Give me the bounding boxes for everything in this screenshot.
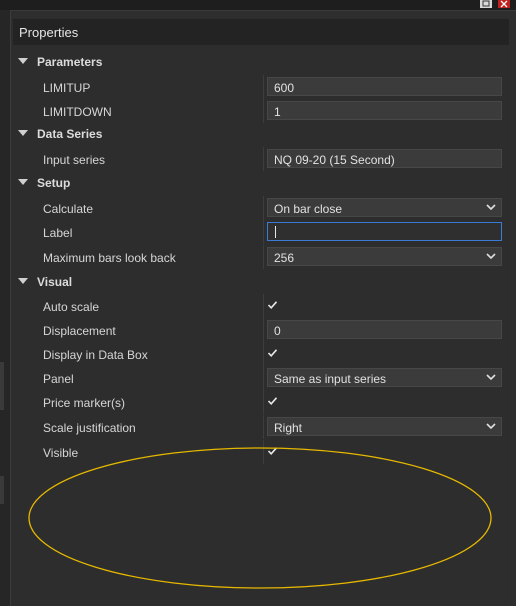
column-divider (263, 366, 264, 390)
property-row-scale-justification: Scale justification Right (11, 415, 510, 439)
category-label: Visual (37, 275, 73, 289)
label-input[interactable] (267, 222, 502, 241)
property-label: Calculate (43, 202, 94, 216)
property-row-price-marker: Price marker(s) (11, 390, 510, 414)
max-bars-dropdown[interactable]: 256 (267, 247, 502, 266)
column-divider (263, 390, 264, 414)
price-marker-checkbox[interactable] (267, 396, 278, 406)
panel-title: Properties (19, 25, 79, 40)
property-label: Panel (43, 372, 74, 386)
property-label: Displacement (43, 324, 116, 338)
category-parameters[interactable]: Parameters (11, 50, 510, 74)
input-value: 0 (274, 324, 281, 338)
column-divider (263, 245, 264, 269)
panel-dropdown[interactable]: Same as input series (267, 368, 502, 387)
property-row-calculate: Calculate On bar close (11, 196, 510, 220)
column-divider (263, 342, 264, 366)
dropdown-value: On bar close (274, 202, 343, 216)
property-label: LIMITDOWN (43, 105, 112, 119)
property-row-display-data-box: Display in Data Box (11, 342, 510, 366)
calculate-dropdown[interactable]: On bar close (267, 198, 502, 217)
property-row-displacement: Displacement 0 (11, 318, 510, 342)
property-row-visible: Visible (11, 440, 510, 464)
column-divider (263, 415, 264, 439)
chevron-down-icon[interactable] (486, 422, 496, 430)
dropdown-value: 256 (274, 251, 295, 265)
property-label: Auto scale (43, 300, 100, 314)
restore-icon[interactable] (480, 0, 492, 8)
display-data-box-checkbox[interactable] (267, 348, 278, 358)
property-label: Display in Data Box (43, 348, 148, 362)
property-row-label: Label (11, 220, 510, 244)
column-divider (263, 318, 264, 342)
category-label: Setup (37, 176, 71, 190)
column-divider (263, 99, 264, 123)
category-label: Parameters (37, 55, 103, 69)
properties-panel: Properties Parameters LIMITUP 600 LIMITD… (11, 18, 510, 606)
property-label: LIMITUP (43, 81, 91, 95)
scale-justification-dropdown[interactable]: Right (267, 417, 502, 436)
left-dock-strip (0, 10, 11, 606)
property-row-limitup: LIMITUP 600 (11, 75, 510, 99)
auto-scale-checkbox[interactable] (267, 300, 278, 310)
input-value: 600 (274, 81, 295, 95)
column-divider (263, 294, 264, 318)
input-series-field[interactable]: NQ 09-20 (15 Second) (267, 149, 502, 168)
dropdown-value: Same as input series (274, 372, 387, 386)
category-data-series[interactable]: Data Series (11, 122, 510, 146)
category-visual[interactable]: Visual (11, 270, 510, 294)
input-value: 1 (274, 105, 281, 119)
category-setup[interactable]: Setup (11, 171, 510, 195)
property-label: Price marker(s) (43, 396, 126, 410)
collapse-arrow-icon[interactable] (18, 179, 28, 185)
limitdown-input[interactable]: 1 (267, 101, 502, 120)
column-divider (263, 75, 264, 99)
chevron-down-icon[interactable] (486, 203, 496, 211)
property-row-panel: Panel Same as input series (11, 366, 510, 390)
property-row-max-bars: Maximum bars look back 256 (11, 245, 510, 269)
column-divider (263, 147, 264, 171)
category-label: Data Series (37, 127, 103, 141)
collapse-arrow-icon[interactable] (18, 130, 28, 136)
column-divider (263, 220, 264, 244)
visible-checkbox[interactable] (267, 446, 278, 456)
displacement-input[interactable]: 0 (267, 320, 502, 339)
collapse-arrow-icon[interactable] (18, 58, 28, 64)
column-divider (263, 196, 264, 220)
property-label: Maximum bars look back (43, 251, 176, 265)
property-row-auto-scale: Auto scale (11, 294, 510, 318)
property-row-input-series: Input series NQ 09-20 (15 Second) (11, 147, 510, 171)
window-title-bar (0, 0, 516, 11)
text-caret (275, 226, 276, 238)
property-row-limitdown: LIMITDOWN 1 (11, 99, 510, 123)
property-label: Input series (43, 153, 106, 167)
collapse-arrow-icon[interactable] (18, 278, 28, 284)
property-label: Label (43, 226, 73, 240)
property-label: Scale justification (43, 421, 136, 435)
dock-segment (0, 476, 4, 504)
close-icon[interactable] (498, 0, 510, 8)
chevron-down-icon[interactable] (486, 252, 496, 260)
dock-segment (0, 362, 4, 410)
dropdown-value: Right (274, 421, 303, 435)
input-value: NQ 09-20 (15 Second) (274, 153, 395, 167)
chevron-down-icon[interactable] (486, 373, 496, 381)
property-label: Visible (43, 446, 79, 460)
limitup-input[interactable]: 600 (267, 77, 502, 96)
properties-header: Properties (13, 19, 509, 45)
column-divider (263, 440, 264, 464)
